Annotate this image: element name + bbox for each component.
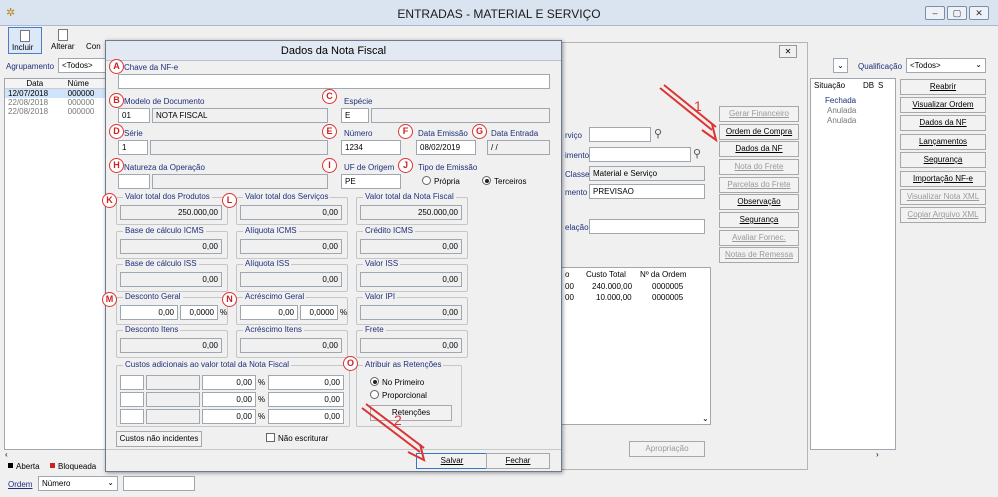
annotation-arrows [361,84,718,462]
arrow-1-icon [659,84,718,143]
annotation-2: 2 [394,412,402,428]
arrow-2-icon [361,403,426,462]
annotation-1: 1 [694,98,702,114]
